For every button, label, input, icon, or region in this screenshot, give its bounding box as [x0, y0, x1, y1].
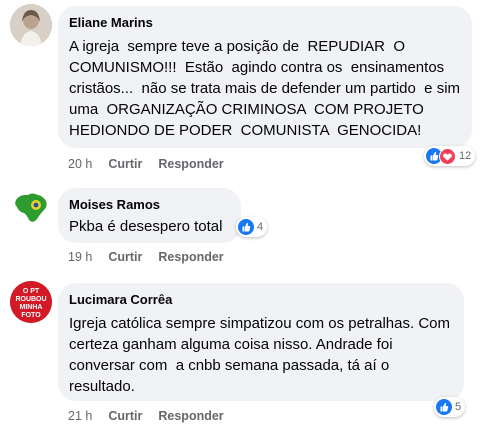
comment-text: A igreja sempre teve a posição de REPUDI…: [69, 38, 469, 139]
comment-bubble: Eliane Marins A igreja sempre teve a pos…: [58, 6, 472, 148]
like-button[interactable]: Curtir: [108, 249, 142, 265]
comment-text: Pkba é desespero total: [69, 218, 223, 235]
like-button[interactable]: Curtir: [108, 156, 142, 172]
love-icon: [439, 147, 456, 165]
avatar-photo: [10, 4, 52, 46]
comment-bubble: Lucimara Corrêa Igreja católica sempre s…: [58, 283, 464, 401]
comment-author[interactable]: Eliane Marins: [69, 15, 461, 31]
reply-button[interactable]: Responder: [158, 408, 223, 424]
svg-text:FOTO: FOTO: [21, 312, 41, 319]
reaction-count: 5: [455, 401, 462, 413]
comment-time[interactable]: 21 h: [68, 408, 92, 424]
like-icon: [238, 219, 254, 235]
svg-text:ROUBOU: ROUBOU: [15, 296, 46, 303]
comment-author[interactable]: Moises Ramos: [69, 197, 230, 213]
svg-text:MINHA: MINHA: [20, 304, 43, 311]
avatar[interactable]: O PT ROUBOU MINHA FOTO: [10, 281, 52, 323]
avatar[interactable]: [10, 186, 52, 228]
comment-actions: 20 h Curtir Responder: [68, 156, 224, 172]
comment-actions: 19 h Curtir Responder: [68, 249, 224, 265]
reply-button[interactable]: Responder: [158, 156, 223, 172]
comment-text: Igreja católica sempre simpatizou com os…: [69, 315, 455, 395]
brazil-map-avatar: [10, 186, 52, 228]
reply-button[interactable]: Responder: [158, 249, 223, 265]
avatar[interactable]: [10, 4, 52, 46]
like-icon: [436, 399, 452, 415]
reaction-summary[interactable]: 5: [434, 397, 466, 417]
reaction-summary[interactable]: 12: [424, 146, 476, 166]
comment-actions: 21 h Curtir Responder: [68, 408, 224, 424]
reaction-summary[interactable]: 4: [236, 217, 268, 237]
reaction-count: 4: [257, 221, 264, 233]
svg-text:O PT: O PT: [23, 288, 40, 295]
comment-time[interactable]: 19 h: [68, 249, 92, 265]
comment-bubble: Moises Ramos Pkba é desespero total: [58, 188, 241, 243]
like-button[interactable]: Curtir: [108, 408, 142, 424]
comment-author[interactable]: Lucimara Corrêa: [69, 292, 453, 308]
reaction-count: 12: [459, 150, 472, 162]
avatar-logo: O PT ROUBOU MINHA FOTO: [10, 281, 52, 323]
comment-time[interactable]: 20 h: [68, 156, 92, 172]
